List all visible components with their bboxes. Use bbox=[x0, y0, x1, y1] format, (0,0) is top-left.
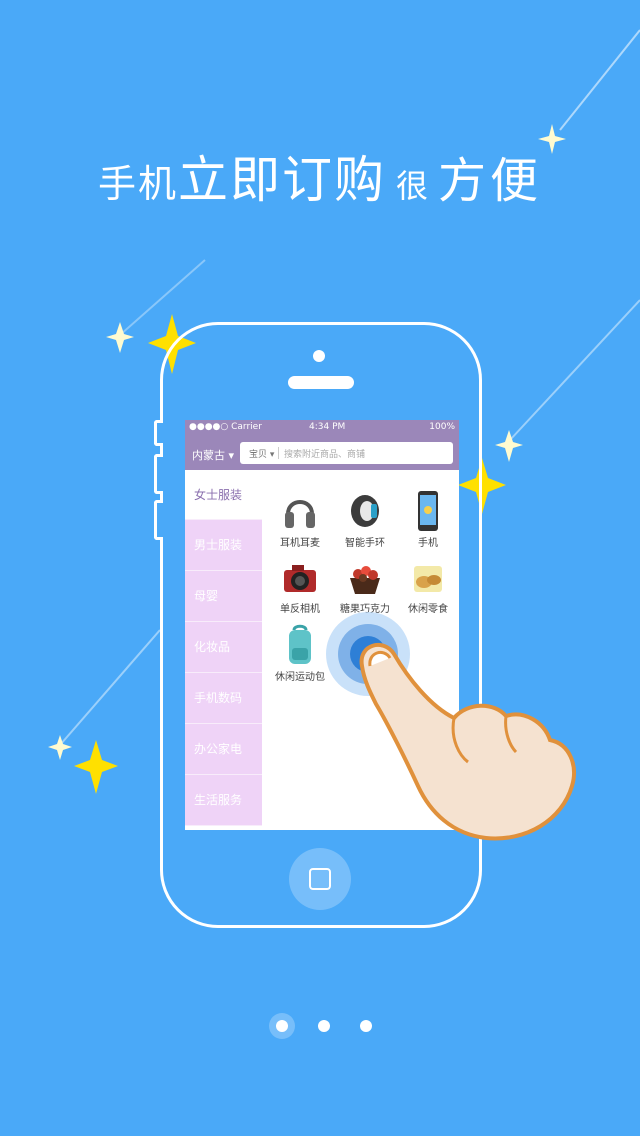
phone-side-button bbox=[154, 500, 163, 540]
grid-item-headphones[interactable]: 耳机耳麦 bbox=[265, 490, 335, 554]
nav-bar: 内蒙古 ▾ 宝贝 ▾ 搜索附近商品、商铺 bbox=[185, 436, 459, 470]
category-sidebar: 女士服装 男士服装 母婴 化妆品 手机数码 办公家电 生活服务 bbox=[185, 470, 262, 830]
phone-camera bbox=[313, 350, 325, 362]
battery-label: 100% bbox=[429, 422, 455, 432]
sparkle-icon bbox=[48, 735, 72, 760]
camera-icon bbox=[284, 565, 316, 592]
grid-item-phone[interactable]: 手机 bbox=[393, 490, 459, 554]
grid-item-label: 耳机耳麦 bbox=[280, 538, 320, 549]
page-indicator bbox=[0, 1012, 640, 1038]
phone-home-button bbox=[289, 848, 351, 910]
phone-icon bbox=[418, 491, 438, 531]
headline: 手机立即订购很方便 bbox=[0, 140, 640, 212]
region-label: 内蒙古 bbox=[192, 449, 225, 462]
headphones-icon bbox=[285, 500, 315, 528]
grid-item-smart-band[interactable]: 智能手环 bbox=[330, 490, 400, 554]
page-dot[interactable] bbox=[360, 1020, 372, 1032]
sidebar-item-digital[interactable]: 手机数码 bbox=[185, 673, 262, 724]
status-time: 4:34 PM bbox=[309, 422, 346, 432]
search-divider bbox=[278, 447, 279, 459]
carrier-label: ●●●●○ Carrier bbox=[189, 422, 262, 432]
search-input[interactable]: 搜索附近商品、商铺 bbox=[284, 447, 365, 460]
grid-item-label: 智能手环 bbox=[345, 538, 385, 549]
sidebar-item-baby[interactable]: 母婴 bbox=[185, 571, 262, 622]
snack-icon bbox=[414, 566, 442, 592]
status-bar: ●●●●○ Carrier 4:34 PM 100% bbox=[185, 420, 459, 436]
search-bar[interactable]: 宝贝 ▾ 搜索附近商品、商铺 bbox=[240, 442, 453, 464]
chocolate-icon bbox=[350, 566, 380, 594]
headline-part-3: 很 bbox=[395, 167, 428, 205]
sidebar-item-life-services[interactable]: 生活服务 bbox=[185, 775, 262, 826]
page-dot-active[interactable] bbox=[276, 1020, 288, 1032]
sparkle-icon bbox=[74, 740, 118, 794]
chevron-down-icon: ▾ bbox=[225, 449, 235, 462]
tap-hand-icon bbox=[326, 612, 576, 841]
phone-side-button bbox=[154, 454, 163, 494]
headline-part-1: 手机 bbox=[97, 162, 178, 206]
search-category-dropdown[interactable]: 宝贝 ▾ bbox=[249, 447, 274, 460]
headline-part-4: 方便 bbox=[438, 153, 543, 209]
phone-side-button bbox=[154, 420, 163, 446]
headline-part-2: 立即订购 bbox=[177, 151, 386, 209]
sidebar-item-women-clothing[interactable]: 女士服装 bbox=[185, 470, 262, 520]
phone-speaker bbox=[288, 376, 354, 389]
page-dot[interactable] bbox=[318, 1020, 330, 1032]
grid-item-label: 手机 bbox=[418, 538, 438, 549]
sidebar-item-men-clothing[interactable]: 男士服装 bbox=[185, 520, 262, 571]
sparkle-icon bbox=[495, 430, 523, 462]
sidebar-item-office-appliances[interactable]: 办公家电 bbox=[185, 724, 262, 775]
smart-band-icon bbox=[351, 495, 379, 527]
sidebar-item-cosmetics[interactable]: 化妆品 bbox=[185, 622, 262, 673]
backpack-icon bbox=[289, 624, 311, 664]
region-selector[interactable]: 内蒙古 ▾ bbox=[192, 447, 234, 463]
